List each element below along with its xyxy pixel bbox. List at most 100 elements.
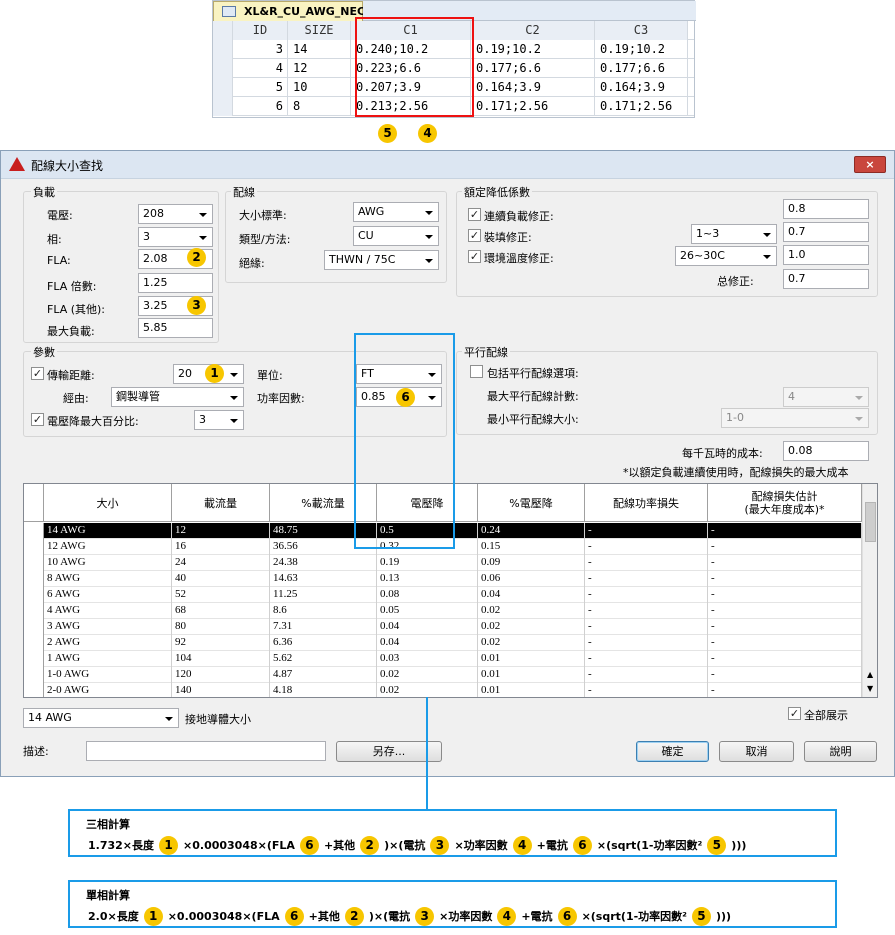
phase-select[interactable]: 3: [138, 227, 213, 247]
grid-cell[interactable]: 12 AWG: [44, 539, 172, 555]
grid-cell[interactable]: -: [708, 603, 862, 619]
cont-field[interactable]: 0.8: [783, 199, 869, 219]
grid-row-header[interactable]: [24, 603, 44, 619]
help-button[interactable]: 說明: [804, 741, 877, 762]
grid-row[interactable]: 14 AWG 12 48.75 0.5 0.24- -: [24, 523, 862, 539]
grid-cell[interactable]: 12: [172, 523, 270, 539]
grid-column-header[interactable]: 電壓降: [377, 484, 478, 522]
grid-cell[interactable]: 140: [172, 683, 270, 697]
grid-cell[interactable]: -: [585, 635, 708, 651]
grid-row-header[interactable]: [24, 587, 44, 603]
grid-cell[interactable]: 120: [172, 667, 270, 683]
grid-row-header[interactable]: [24, 683, 44, 697]
min-size-select[interactable]: 1-0: [721, 408, 869, 428]
grid-scrollbar[interactable]: ▲ ▼: [862, 484, 877, 697]
grid-cell[interactable]: 0.01: [478, 667, 585, 683]
table-cell[interactable]: 10: [288, 78, 351, 97]
column-header[interactable]: ID: [233, 21, 288, 40]
grid-row-header[interactable]: [24, 539, 44, 555]
size-std-select[interactable]: AWG: [353, 202, 439, 222]
grid-column-header[interactable]: 配線功率損失: [585, 484, 708, 522]
grid-row[interactable]: 8 AWG 40 14.63 0.13 0.06- -: [24, 571, 862, 587]
grid-column-header[interactable]: %載流量: [270, 484, 377, 522]
select-all-corner[interactable]: [213, 21, 233, 40]
table-row[interactable]: 4 12 0.223;6.6 0.177;6.6 0.177;6.6: [213, 59, 694, 78]
grid-cell[interactable]: 0.04: [377, 635, 478, 651]
grid-cell[interactable]: -: [585, 619, 708, 635]
grid-cell[interactable]: -: [585, 683, 708, 697]
grid-cell[interactable]: 0.01: [478, 683, 585, 697]
grid-cell[interactable]: 0.01: [478, 651, 585, 667]
table-cell[interactable]: 5: [233, 78, 288, 97]
fla-mult-field[interactable]: 1.25: [138, 273, 213, 293]
grid-cell[interactable]: -: [708, 587, 862, 603]
grid-row[interactable]: 2-0 AWG 140 4.18 0.02 0.01- -: [24, 683, 862, 697]
close-button[interactable]: ×: [854, 156, 886, 173]
grid-cell[interactable]: -: [708, 635, 862, 651]
table-cell[interactable]: 0.207;3.9: [351, 78, 471, 97]
grid-cell[interactable]: 8.6: [270, 603, 377, 619]
grid-cell[interactable]: 0.08: [377, 587, 478, 603]
grid-cell[interactable]: -: [708, 667, 862, 683]
grid-cell[interactable]: 14 AWG: [44, 523, 172, 539]
grid-cell[interactable]: 0.02: [377, 667, 478, 683]
grid-cell[interactable]: -: [585, 667, 708, 683]
grid-cell[interactable]: 40: [172, 571, 270, 587]
grid-cell[interactable]: 24: [172, 555, 270, 571]
grid-cell[interactable]: 6 AWG: [44, 587, 172, 603]
column-header[interactable]: C3: [595, 21, 688, 40]
grid-cell[interactable]: -: [708, 555, 862, 571]
table-cell[interactable]: 0.177;6.6: [471, 59, 595, 78]
grid-cell[interactable]: -: [585, 587, 708, 603]
vdrop-select[interactable]: 3: [194, 410, 244, 430]
grid-cell[interactable]: 36.56: [270, 539, 377, 555]
grid-cell[interactable]: 68: [172, 603, 270, 619]
table-row[interactable]: 5 10 0.207;3.9 0.164;3.9 0.164;3.9: [213, 78, 694, 97]
grid-cell[interactable]: 0.09: [478, 555, 585, 571]
grid-cell[interactable]: 6.36: [270, 635, 377, 651]
grid-cell[interactable]: 7.31: [270, 619, 377, 635]
table-cell[interactable]: 0.177;6.6: [595, 59, 688, 78]
ok-button[interactable]: 確定: [636, 741, 709, 762]
row-selector[interactable]: [213, 59, 233, 78]
table-cell[interactable]: 14: [288, 40, 351, 59]
grid-cell[interactable]: 0.24: [478, 523, 585, 539]
table-cell[interactable]: 0.213;2.56: [351, 97, 471, 116]
grid-cell[interactable]: 24.38: [270, 555, 377, 571]
grid-cell[interactable]: 16: [172, 539, 270, 555]
grid-cell[interactable]: -: [708, 619, 862, 635]
grid-cell[interactable]: 0.04: [478, 587, 585, 603]
table-cell[interactable]: 12: [288, 59, 351, 78]
table-cell[interactable]: 0.171;2.56: [595, 97, 688, 116]
grid-cell[interactable]: 11.25: [270, 587, 377, 603]
grid-cell[interactable]: 4.18: [270, 683, 377, 697]
ground-select[interactable]: 14 AWG: [23, 708, 179, 728]
grid-row[interactable]: 4 AWG 68 8.6 0.05 0.02- -: [24, 603, 862, 619]
grid-cell[interactable]: -: [585, 555, 708, 571]
grid-column-header[interactable]: 大小: [44, 484, 172, 522]
grid-cell[interactable]: -: [585, 523, 708, 539]
grid-row[interactable]: 3 AWG 80 7.31 0.04 0.02- -: [24, 619, 862, 635]
column-header[interactable]: C2: [471, 21, 595, 40]
type-select[interactable]: CU: [353, 226, 439, 246]
scrollbar-thumb[interactable]: [865, 502, 876, 542]
dist-checkbox[interactable]: ✓: [31, 367, 44, 380]
grid-cell[interactable]: -: [708, 651, 862, 667]
grid-cell[interactable]: 0.19: [377, 555, 478, 571]
grid-cell[interactable]: 0.03: [377, 651, 478, 667]
grid-cell[interactable]: 4 AWG: [44, 603, 172, 619]
max-load-field[interactable]: 5.85: [138, 318, 213, 338]
grid-cell[interactable]: 0.15: [478, 539, 585, 555]
fill-checkbox[interactable]: ✓: [468, 229, 481, 242]
grid-cell[interactable]: 92: [172, 635, 270, 651]
show-all-checkbox[interactable]: ✓: [788, 707, 801, 720]
grid-cell[interactable]: -: [708, 523, 862, 539]
grid-cell[interactable]: 14.63: [270, 571, 377, 587]
grid-row[interactable]: 1-0 AWG 120 4.87 0.02 0.01- -: [24, 667, 862, 683]
total-field[interactable]: 0.7: [783, 269, 869, 289]
grid-cell[interactable]: 0.02: [377, 683, 478, 697]
insul-select[interactable]: THWN / 75C: [324, 250, 439, 270]
grid-cell[interactable]: 1-0 AWG: [44, 667, 172, 683]
cost-field[interactable]: 0.08: [783, 441, 869, 461]
grid-cell[interactable]: 5.62: [270, 651, 377, 667]
